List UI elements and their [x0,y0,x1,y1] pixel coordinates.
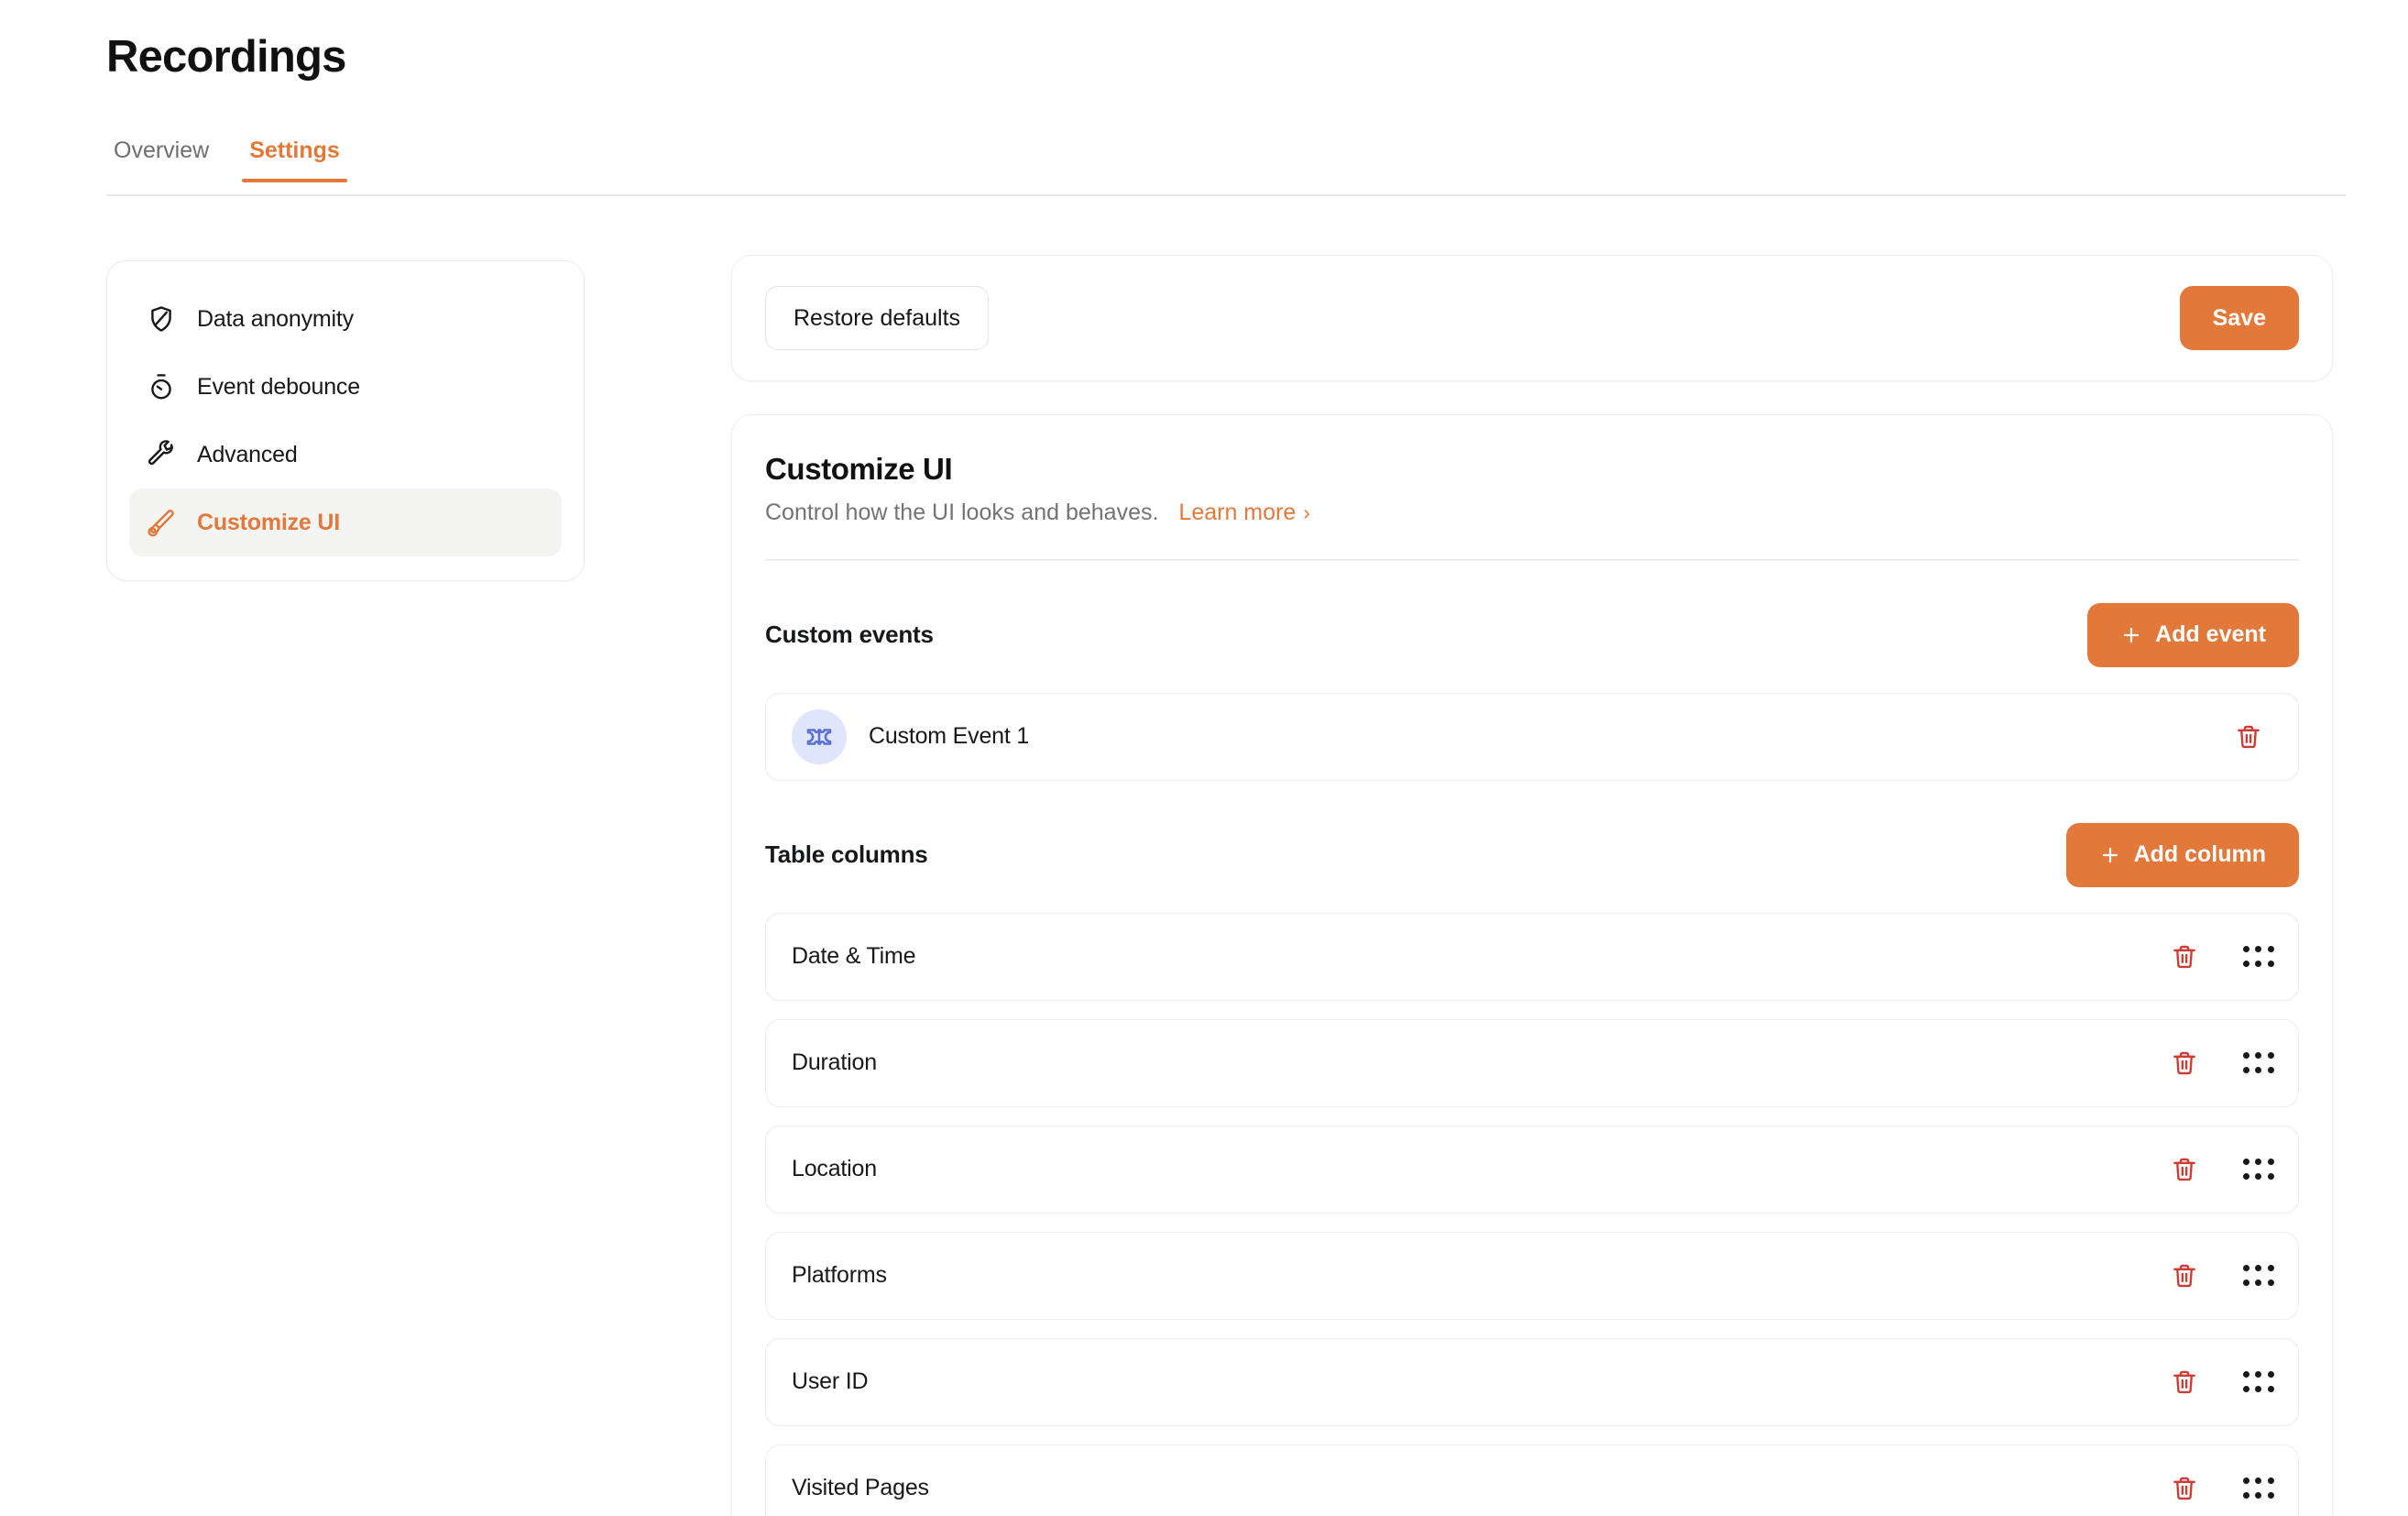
sidebar-item-label: Advanced [197,441,298,467]
delete-column-button[interactable] [2159,1357,2210,1408]
column-label: Platforms [792,1262,887,1288]
add-event-button[interactable]: Add event [2087,602,2299,667]
trash-icon [2173,1051,2195,1074]
add-column-button[interactable]: Add column [2065,822,2299,887]
drag-handle-icon[interactable] [2243,1264,2274,1288]
column-label: Date & Time [792,943,916,969]
custom-event-label: Custom Event 1 [869,723,1030,749]
table-row[interactable]: Date & Time [765,912,2299,1001]
customize-ui-card: Customize UI Control how the UI looks an… [731,414,2333,1516]
add-column-label: Add column [2133,841,2266,867]
trash-icon [2173,1158,2195,1181]
tab-settings[interactable]: Settings [242,139,347,182]
actions-toolbar: Restore defaults Save [731,255,2333,381]
column-label: Visited Pages [792,1475,929,1500]
panel-subtitle: Control how the UI looks and behaves. Le… [765,500,2299,526]
custom-event-row[interactable]: Custom Event 1 [765,692,2299,781]
main-column: Restore defaults Save Customize UI Contr… [731,255,2333,1516]
trash-icon [2173,1370,2195,1393]
table-row[interactable]: Visited Pages [765,1444,2299,1516]
ticket-icon [792,709,847,764]
sidebar-item-label: Customize UI [197,509,340,535]
sidebar-item-label: Data anonymity [197,305,354,332]
wrench-icon [146,439,177,470]
delete-column-button[interactable] [2159,1038,2210,1089]
recordings-settings-page: Recordings Overview Settings Data anonym… [0,0,2408,1516]
panel-title: Customize UI [765,452,953,486]
drag-handle-icon[interactable] [2243,1477,2274,1500]
table-columns-label: Table columns [765,840,928,868]
paintbrush-icon [146,507,177,538]
drag-handle-icon[interactable] [2243,945,2274,969]
panel-description: Control how the UI looks and behaves. [765,500,1159,525]
table-columns-header: Table columns Add column [765,822,2299,887]
plus-icon [2124,627,2140,643]
save-button[interactable]: Save [2179,286,2299,350]
sidebar-item-advanced[interactable]: Advanced [129,421,562,489]
restore-defaults-button[interactable]: Restore defaults [765,286,990,350]
tabbar: Overview Settings [106,139,2346,196]
delete-column-button[interactable] [2159,1144,2210,1195]
custom-events-header: Custom events Add event [765,602,2299,667]
plus-icon [2102,847,2118,862]
settings-sidebar: Data anonymity Event debounce Advanced C… [106,260,585,581]
tab-overview[interactable]: Overview [106,139,216,181]
stopwatch-icon [146,371,177,402]
drag-handle-icon[interactable] [2243,1370,2274,1394]
delete-column-button[interactable] [2159,931,2210,983]
column-label: Location [792,1156,877,1181]
column-label: Duration [792,1049,877,1075]
table-row[interactable]: Location [765,1125,2299,1214]
table-row[interactable]: Platforms [765,1231,2299,1320]
learn-more-label: Learn more [1178,500,1297,525]
sidebar-item-customize-ui[interactable]: Customize UI [129,489,562,556]
sidebar-item-event-debounce[interactable]: Event debounce [129,353,562,421]
page-title: Recordings [106,32,346,82]
sidebar-item-label: Event debounce [197,373,360,400]
panel-divider [765,559,2299,561]
drag-handle-icon[interactable] [2243,1051,2274,1075]
trash-icon [2238,725,2260,748]
chevron-right-icon: › [1303,500,1310,524]
shield-slash-icon [146,303,177,335]
custom-events-label: Custom events [765,621,934,648]
trash-icon [2173,945,2195,968]
table-row[interactable]: User ID [765,1337,2299,1426]
trash-icon [2173,1477,2195,1500]
trash-icon [2173,1264,2195,1287]
drag-handle-icon[interactable] [2243,1158,2274,1181]
delete-custom-event-button[interactable] [2223,711,2274,763]
table-row[interactable]: Duration [765,1018,2299,1107]
column-label: User ID [792,1368,869,1394]
delete-column-button[interactable] [2159,1250,2210,1302]
delete-column-button[interactable] [2159,1463,2210,1514]
sidebar-item-data-anonymity[interactable]: Data anonymity [129,285,562,353]
learn-more-link[interactable]: Learn more › [1178,500,1310,526]
add-event-label: Add event [2155,621,2266,647]
